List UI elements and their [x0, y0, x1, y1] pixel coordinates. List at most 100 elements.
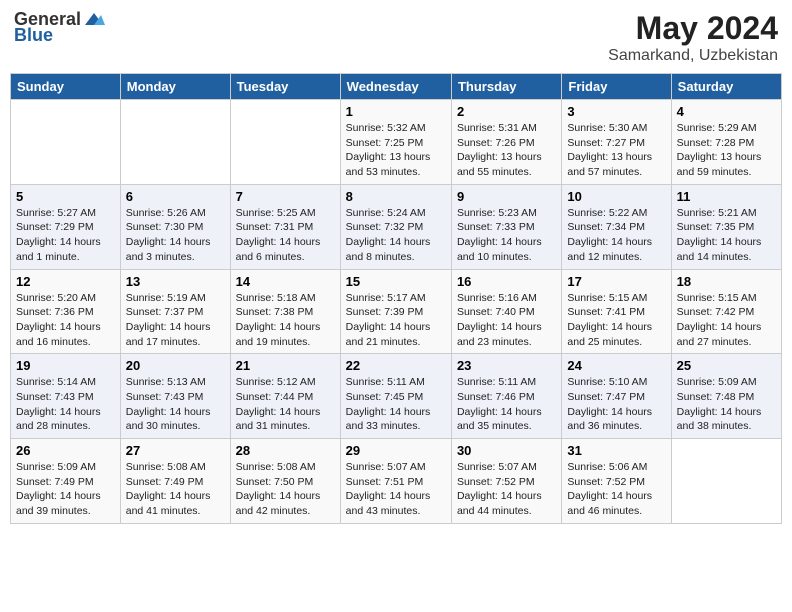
- day-info: Sunrise: 5:14 AMSunset: 7:43 PMDaylight:…: [16, 375, 115, 434]
- day-info: Sunrise: 5:06 AMSunset: 7:52 PMDaylight:…: [567, 460, 665, 519]
- calendar-cell: 4 Sunrise: 5:29 AMSunset: 7:28 PMDaylight…: [671, 100, 781, 185]
- day-number: 4: [677, 104, 776, 119]
- day-number: 19: [16, 358, 115, 373]
- week-row-2: 5 Sunrise: 5:27 AMSunset: 7:29 PMDaylight…: [11, 184, 782, 269]
- day-number: 8: [346, 189, 446, 204]
- day-number: 3: [567, 104, 665, 119]
- day-number: 28: [236, 443, 335, 458]
- calendar-cell: 24Sunrise: 5:10 AMSunset: 7:47 PMDayligh…: [562, 354, 671, 439]
- calendar-cell: 6Sunrise: 5:26 AMSunset: 7:30 PMDaylight…: [120, 184, 230, 269]
- calendar-cell: 17 Sunrise: 5:15 AMSunset: 7:41 PMDayligh…: [562, 269, 671, 354]
- calendar-cell: 16 Sunrise: 5:16 AMSunset: 7:40 PMDayligh…: [451, 269, 561, 354]
- day-number: 23: [457, 358, 556, 373]
- calendar-cell: 14 Sunrise: 5:18 AMSunset: 7:38 PMDayligh…: [230, 269, 340, 354]
- week-row-5: 26Sunrise: 5:09 AMSunset: 7:49 PMDayligh…: [11, 439, 782, 524]
- calendar-cell: [671, 439, 781, 524]
- week-row-3: 12 Sunrise: 5:20 AMSunset: 7:36 PMDayligh…: [11, 269, 782, 354]
- header-cell-wednesday: Wednesday: [340, 74, 451, 100]
- calendar-cell: [120, 100, 230, 185]
- day-info: Sunrise: 5:18 AMSunset: 7:38 PMDaylight:…: [236, 291, 335, 350]
- day-info: Sunrise: 5:15 AMSunset: 7:41 PMDaylight:…: [567, 291, 665, 350]
- calendar-cell: 3 Sunrise: 5:30 AMSunset: 7:27 PMDaylight…: [562, 100, 671, 185]
- calendar-cell: 7Sunrise: 5:25 AMSunset: 7:31 PMDaylight…: [230, 184, 340, 269]
- day-info: Sunrise: 5:09 AMSunset: 7:48 PMDaylight:…: [677, 375, 776, 434]
- page-header: General Blue May 2024 Samarkand, Uzbekis…: [10, 10, 782, 65]
- header-cell-sunday: Sunday: [11, 74, 121, 100]
- day-info: Sunrise: 5:15 AMSunset: 7:42 PMDaylight:…: [677, 291, 776, 350]
- day-info: Sunrise: 5:11 AMSunset: 7:46 PMDaylight:…: [457, 375, 556, 434]
- day-number: 14: [236, 274, 335, 289]
- logo-blue-text: Blue: [14, 26, 53, 44]
- title-area: May 2024 Samarkand, Uzbekistan: [608, 10, 778, 65]
- day-number: 21: [236, 358, 335, 373]
- day-info: Sunrise: 5:29 AMSunset: 7:28 PMDaylight:…: [677, 121, 776, 180]
- header-cell-monday: Monday: [120, 74, 230, 100]
- calendar-cell: 2Sunrise: 5:31 AMSunset: 7:26 PMDaylight…: [451, 100, 561, 185]
- calendar-table: SundayMondayTuesdayWednesdayThursdayFrid…: [10, 73, 782, 524]
- day-info: Sunrise: 5:21 AMSunset: 7:35 PMDaylight:…: [677, 206, 776, 265]
- header-cell-friday: Friday: [562, 74, 671, 100]
- calendar-cell: 27 Sunrise: 5:08 AMSunset: 7:49 PMDayligh…: [120, 439, 230, 524]
- day-number: 13: [126, 274, 225, 289]
- day-number: 27: [126, 443, 225, 458]
- day-number: 1: [346, 104, 446, 119]
- calendar-cell: [230, 100, 340, 185]
- calendar-cell: 10Sunrise: 5:22 AMSunset: 7:34 PMDayligh…: [562, 184, 671, 269]
- day-number: 22: [346, 358, 446, 373]
- week-row-4: 19 Sunrise: 5:14 AMSunset: 7:43 PMDayligh…: [11, 354, 782, 439]
- day-number: 6: [126, 189, 225, 204]
- day-number: 9: [457, 189, 556, 204]
- header-row: SundayMondayTuesdayWednesdayThursdayFrid…: [11, 74, 782, 100]
- day-number: 20: [126, 358, 225, 373]
- logo: General Blue: [14, 10, 105, 44]
- day-info: Sunrise: 5:30 AMSunset: 7:27 PMDaylight:…: [567, 121, 665, 180]
- day-info: Sunrise: 5:07 AMSunset: 7:52 PMDaylight:…: [457, 460, 556, 519]
- day-number: 24: [567, 358, 665, 373]
- day-number: 10: [567, 189, 665, 204]
- day-info: Sunrise: 5:12 AMSunset: 7:44 PMDaylight:…: [236, 375, 335, 434]
- day-info: Sunrise: 5:20 AMSunset: 7:36 PMDaylight:…: [16, 291, 115, 350]
- day-info: Sunrise: 5:27 AMSunset: 7:29 PMDaylight:…: [16, 206, 115, 265]
- calendar-cell: 11 Sunrise: 5:21 AMSunset: 7:35 PMDayligh…: [671, 184, 781, 269]
- calendar-cell: 5 Sunrise: 5:27 AMSunset: 7:29 PMDaylight…: [11, 184, 121, 269]
- day-info: Sunrise: 5:11 AMSunset: 7:45 PMDaylight:…: [346, 375, 446, 434]
- day-number: 18: [677, 274, 776, 289]
- day-info: Sunrise: 5:17 AMSunset: 7:39 PMDaylight:…: [346, 291, 446, 350]
- day-number: 15: [346, 274, 446, 289]
- calendar-cell: 20Sunrise: 5:13 AMSunset: 7:43 PMDayligh…: [120, 354, 230, 439]
- day-number: 31: [567, 443, 665, 458]
- day-info: Sunrise: 5:08 AMSunset: 7:50 PMDaylight:…: [236, 460, 335, 519]
- day-number: 11: [677, 189, 776, 204]
- day-number: 5: [16, 189, 115, 204]
- day-info: Sunrise: 5:16 AMSunset: 7:40 PMDaylight:…: [457, 291, 556, 350]
- calendar-cell: 29 Sunrise: 5:07 AMSunset: 7:51 PMDayligh…: [340, 439, 451, 524]
- week-row-1: 1 Sunrise: 5:32 AMSunset: 7:25 PMDaylight…: [11, 100, 782, 185]
- day-number: 30: [457, 443, 556, 458]
- calendar-cell: 25Sunrise: 5:09 AMSunset: 7:48 PMDayligh…: [671, 354, 781, 439]
- calendar-cell: 21 Sunrise: 5:12 AMSunset: 7:44 PMDayligh…: [230, 354, 340, 439]
- day-number: 2: [457, 104, 556, 119]
- day-info: Sunrise: 5:07 AMSunset: 7:51 PMDaylight:…: [346, 460, 446, 519]
- day-number: 29: [346, 443, 446, 458]
- calendar-cell: 12 Sunrise: 5:20 AMSunset: 7:36 PMDayligh…: [11, 269, 121, 354]
- header-cell-tuesday: Tuesday: [230, 74, 340, 100]
- calendar-cell: 8 Sunrise: 5:24 AMSunset: 7:32 PMDaylight…: [340, 184, 451, 269]
- calendar-cell: 28 Sunrise: 5:08 AMSunset: 7:50 PMDayligh…: [230, 439, 340, 524]
- day-number: 17: [567, 274, 665, 289]
- calendar-cell: 23 Sunrise: 5:11 AMSunset: 7:46 PMDayligh…: [451, 354, 561, 439]
- calendar-cell: 9Sunrise: 5:23 AMSunset: 7:33 PMDaylight…: [451, 184, 561, 269]
- day-number: 12: [16, 274, 115, 289]
- day-info: Sunrise: 5:19 AMSunset: 7:37 PMDaylight:…: [126, 291, 225, 350]
- day-number: 16: [457, 274, 556, 289]
- location-text: Samarkand, Uzbekistan: [608, 47, 778, 65]
- calendar-cell: 30 Sunrise: 5:07 AMSunset: 7:52 PMDayligh…: [451, 439, 561, 524]
- day-info: Sunrise: 5:08 AMSunset: 7:49 PMDaylight:…: [126, 460, 225, 519]
- calendar-cell: 19 Sunrise: 5:14 AMSunset: 7:43 PMDayligh…: [11, 354, 121, 439]
- day-info: Sunrise: 5:32 AMSunset: 7:25 PMDaylight:…: [346, 121, 446, 180]
- day-number: 7: [236, 189, 335, 204]
- header-cell-saturday: Saturday: [671, 74, 781, 100]
- calendar-cell: [11, 100, 121, 185]
- day-info: Sunrise: 5:09 AMSunset: 7:49 PMDaylight:…: [16, 460, 115, 519]
- day-info: Sunrise: 5:24 AMSunset: 7:32 PMDaylight:…: [346, 206, 446, 265]
- calendar-cell: 13 Sunrise: 5:19 AMSunset: 7:37 PMDayligh…: [120, 269, 230, 354]
